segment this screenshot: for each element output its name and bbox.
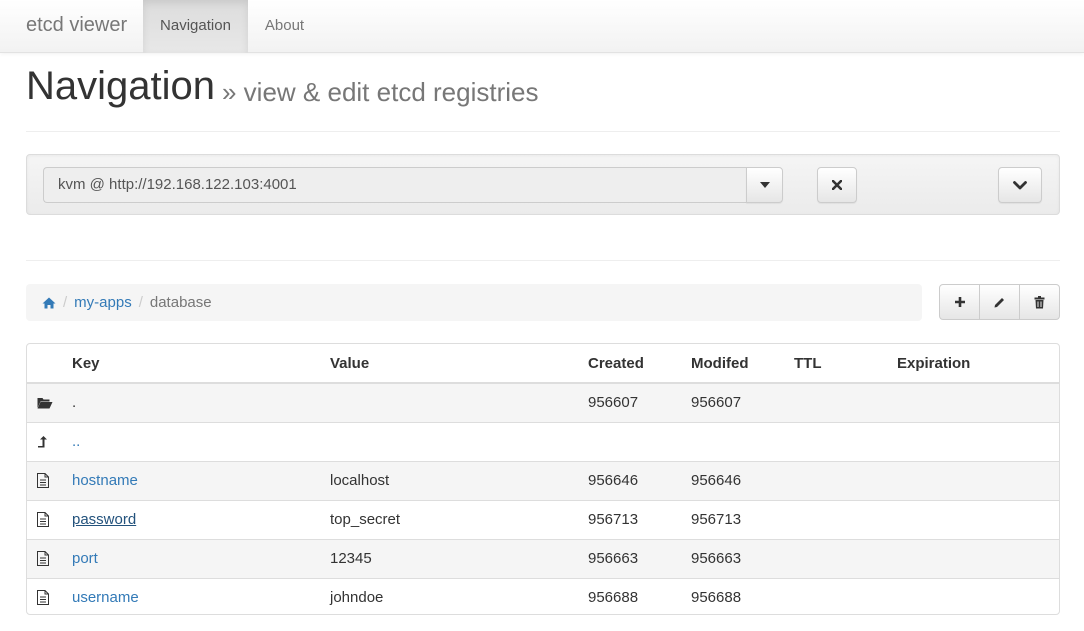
table-row: password top_secret 956713 956713 — [27, 499, 1059, 539]
ttl-cell — [794, 499, 897, 539]
section-divider — [26, 260, 1060, 261]
value-cell: top_secret — [330, 499, 588, 539]
modified-cell: 956663 — [691, 538, 794, 578]
column-header-icon — [27, 344, 72, 384]
key-link-parent[interactable]: .. — [72, 433, 80, 450]
column-header-created: Created — [588, 344, 691, 384]
breadcrumb: / my-apps / database — [26, 284, 922, 321]
pencil-icon — [993, 296, 1006, 309]
expiration-cell — [897, 382, 1059, 422]
created-cell: 956646 — [588, 460, 691, 500]
server-panel: kvm @ http://192.168.122.103:4001 — [26, 154, 1060, 215]
value-cell: localhost — [330, 460, 588, 500]
delete-button[interactable] — [1019, 284, 1060, 320]
expiration-cell — [897, 577, 1059, 614]
navbar: etcd viewer Navigation About — [0, 0, 1084, 53]
caret-down-icon — [759, 182, 770, 188]
tab-navigation[interactable]: Navigation — [143, 0, 248, 53]
created-cell: 956713 — [588, 499, 691, 539]
table-row: port 12345 956663 956663 — [27, 538, 1059, 578]
edit-button[interactable] — [979, 284, 1020, 320]
folder-open-icon — [37, 397, 72, 409]
add-button[interactable] — [939, 284, 980, 320]
key-link-hostname[interactable]: hostname — [72, 472, 138, 489]
server-remove-button[interactable] — [817, 167, 857, 203]
expiration-cell — [897, 421, 1059, 461]
value-cell: johndoe — [330, 577, 588, 614]
close-icon — [832, 180, 842, 190]
breadcrumb-separator: / — [138, 294, 143, 311]
column-header-modified: Modifed — [691, 344, 794, 384]
value-cell: 12345 — [330, 538, 588, 578]
trash-icon — [1034, 295, 1045, 309]
server-dropdown-button[interactable] — [746, 167, 783, 203]
breadcrumb-separator: / — [63, 294, 68, 311]
file-icon — [37, 473, 72, 488]
expiration-cell — [897, 538, 1059, 578]
key-link-username[interactable]: username — [72, 589, 139, 606]
column-header-ttl: TTL — [794, 344, 897, 384]
plus-icon — [954, 296, 966, 308]
file-icon — [37, 551, 72, 566]
file-icon — [37, 590, 72, 606]
modified-cell: 956688 — [691, 577, 794, 614]
key-cell: . — [72, 382, 330, 422]
tab-about[interactable]: About — [248, 0, 321, 53]
ttl-cell — [794, 577, 897, 614]
file-icon — [37, 512, 72, 527]
page-title: Navigation — [26, 64, 216, 108]
table-header-row: Key Value Created Modifed TTL Expiration — [27, 344, 1059, 384]
table-row: username johndoe 956688 956688 — [27, 577, 1059, 614]
modified-cell — [691, 421, 794, 461]
key-link-password[interactable]: password — [72, 511, 136, 528]
page-subtitle: » view & edit etcd registries — [222, 77, 539, 107]
modified-cell: 956713 — [691, 499, 794, 539]
created-cell: 956688 — [588, 577, 691, 614]
modified-cell: 956607 — [691, 382, 794, 422]
panel-toggle-button[interactable] — [998, 167, 1042, 203]
table-row: . 956607 956607 — [27, 382, 1059, 422]
table-row: .. — [27, 421, 1059, 461]
modified-cell: 956646 — [691, 460, 794, 500]
expiration-cell — [897, 499, 1059, 539]
breadcrumb-item-my-apps[interactable]: my-apps — [74, 294, 132, 311]
breadcrumb-item-database: database — [149, 294, 212, 311]
level-up-icon — [37, 435, 72, 448]
column-header-expiration: Expiration — [897, 344, 1059, 384]
column-header-value: Value — [330, 344, 588, 384]
column-header-key: Key — [72, 344, 330, 384]
table-row: hostname localhost 956646 956646 — [27, 460, 1059, 500]
server-select[interactable]: kvm @ http://192.168.122.103:4001 — [43, 167, 747, 203]
ttl-cell — [794, 538, 897, 578]
chevron-down-icon — [1013, 180, 1027, 190]
created-cell: 956607 — [588, 382, 691, 422]
brand[interactable]: etcd viewer — [26, 14, 127, 37]
keys-table: Key Value Created Modifed TTL Expiration… — [26, 343, 1060, 615]
value-cell — [330, 421, 588, 461]
home-icon[interactable] — [42, 297, 56, 309]
key-link-port[interactable]: port — [72, 550, 98, 567]
ttl-cell — [794, 382, 897, 422]
created-cell: 956663 — [588, 538, 691, 578]
ttl-cell — [794, 460, 897, 500]
value-cell — [330, 382, 588, 422]
header-divider — [26, 131, 1060, 132]
expiration-cell — [897, 460, 1059, 500]
created-cell — [588, 421, 691, 461]
ttl-cell — [794, 421, 897, 461]
action-button-group — [939, 284, 1060, 320]
